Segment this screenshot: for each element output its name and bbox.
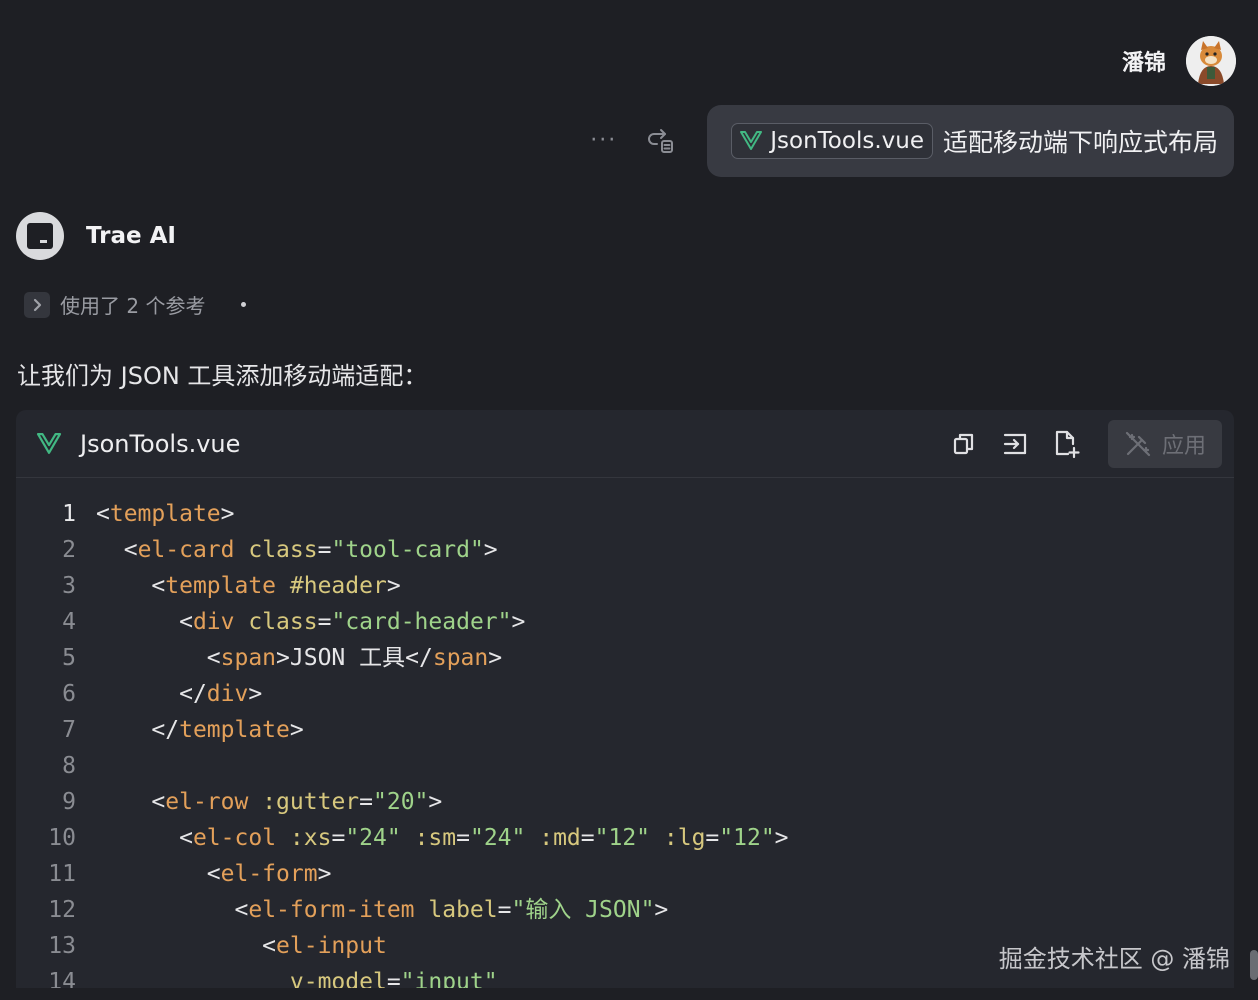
code-text: <template #header>: [151, 573, 401, 599]
assistant-name: Trae AI: [86, 223, 176, 249]
line-number: 1: [62, 501, 76, 527]
apply-button-label: 应用: [1161, 433, 1206, 459]
scrollbar-thumb[interactable]: [1250, 950, 1258, 980]
line-number: 14: [48, 969, 76, 988]
apply-button[interactable]: 应用: [1107, 419, 1222, 468]
code-filename: JsonTools.vue: [80, 429, 241, 458]
line-number: 2: [62, 537, 76, 563]
avatar[interactable]: [1186, 36, 1236, 86]
code-text: </div>: [179, 681, 263, 707]
magic-wand-icon: [1125, 431, 1151, 456]
assistant-intro-text: 让我们为 JSON 工具添加移动端适配：: [17, 362, 428, 390]
assistant-header: Trae AI: [16, 212, 176, 260]
retry-icon[interactable]: [645, 126, 675, 156]
vue-logo-icon: [740, 131, 763, 150]
code-text: <span>JSON 工具</span>: [206, 645, 503, 671]
new-file-icon[interactable]: [1052, 429, 1080, 459]
user-message-bubble: JsonTools.vue 适配移动端下响应式布局: [707, 105, 1234, 177]
line-number: 7: [62, 717, 76, 743]
insert-icon[interactable]: [1000, 430, 1030, 458]
line-number: 5: [62, 645, 76, 671]
code-text: </template>: [151, 717, 304, 743]
assistant-avatar: [16, 212, 64, 260]
line-number: 6: [62, 681, 76, 707]
message-tools: ···: [590, 126, 675, 156]
line-number: 12: [48, 897, 76, 923]
code-block: JsonTools.vue 应用 1 <template> 2 <el-card…: [16, 410, 1234, 988]
code-line: 11 <el-form>: [16, 856, 1234, 892]
more-icon[interactable]: ···: [590, 130, 617, 152]
code-text: <el-card class="tool-card">: [123, 537, 498, 563]
line-number: 8: [62, 753, 76, 779]
status-dot: [241, 302, 247, 307]
code-line: 10 <el-col :xs="24" :sm="24" :md="12" :l…: [16, 820, 1234, 856]
code-line: 3 <template #header>: [16, 568, 1234, 604]
code-block-header: JsonTools.vue 应用: [16, 410, 1234, 478]
user-header: 潘锦: [1122, 36, 1236, 86]
vue-logo-icon: [36, 432, 62, 454]
code-text: <el-input: [262, 933, 387, 959]
file-reference-chip[interactable]: JsonTools.vue: [731, 123, 933, 159]
code-line: 6 </div>: [16, 676, 1234, 712]
code-text: <template>: [96, 501, 235, 527]
line-number: 3: [62, 573, 76, 599]
avatar-image: [1186, 36, 1236, 86]
code-actions: 应用: [950, 419, 1222, 468]
code-line: 7 </template>: [16, 712, 1234, 748]
code-text: v-model="input": [289, 969, 498, 988]
code-text: <div class="card-header">: [179, 609, 526, 635]
line-number: 9: [62, 789, 76, 815]
code-line: 1 <template>: [16, 496, 1234, 532]
line-number: 4: [62, 609, 76, 635]
code-file-title: JsonTools.vue: [36, 430, 240, 458]
code-text: <el-row :gutter="20">: [151, 789, 443, 815]
code-text: <el-form-item label="输入 JSON">: [234, 897, 669, 923]
chevron-right-icon: [24, 291, 50, 318]
line-number: 13: [48, 933, 76, 959]
watermark: 掘金技术社区 @ 潘锦: [998, 945, 1230, 973]
code-line: 5 <span>JSON 工具</span>: [16, 640, 1234, 676]
copy-icon[interactable]: [950, 430, 978, 458]
code-text: <el-form>: [206, 861, 332, 887]
user-message-row: ··· JsonTools.vue 适配移动端下响应式布局: [590, 105, 1234, 177]
file-chip-label: JsonTools.vue: [770, 128, 924, 154]
references-toggle[interactable]: 使用了 2 个参考: [24, 290, 247, 319]
code-line: 2 <el-card class="tool-card">: [16, 532, 1234, 568]
user-message-text: 适配移动端下响应式布局: [942, 128, 1218, 157]
references-label: 使用了 2 个参考: [60, 294, 206, 318]
code-line: 9 <el-row :gutter="20">: [16, 784, 1234, 820]
code-body[interactable]: 1 <template> 2 <el-card class="tool-card">…: [16, 478, 1234, 988]
code-line: 8: [16, 748, 1234, 784]
code-text: <el-col :xs="24" :sm="24" :md="12" :lg="…: [179, 825, 789, 851]
line-number: 10: [48, 825, 76, 851]
user-name: 潘锦: [1121, 51, 1166, 76]
code-line: 4 <div class="card-header">: [16, 604, 1234, 640]
code-line: 12 <el-form-item label="输入 JSON">: [16, 892, 1234, 928]
line-number: 11: [48, 861, 76, 887]
